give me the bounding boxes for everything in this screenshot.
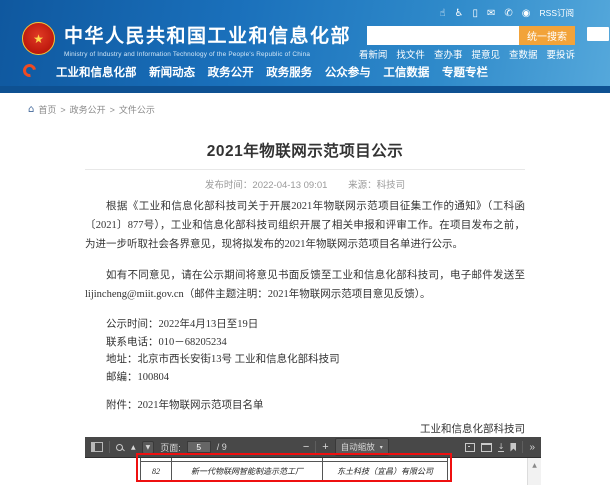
presentation-mode-icon[interactable]: [465, 443, 475, 452]
postal-code: 邮编：100804: [85, 369, 525, 387]
site-title: 中华人民共和国工业和信息化部: [64, 21, 351, 48]
article-meta: 发布时间：2022-04-13 09:01 来源：科技司: [0, 177, 610, 191]
site-banner: ★ 中华人民共和国工业和信息化部 Ministry of Industry an…: [0, 0, 610, 58]
signer: 工业和信息化部科技司: [85, 421, 525, 438]
weibo-icon[interactable]: ◉: [522, 8, 531, 19]
download-icon[interactable]: ↓: [498, 443, 505, 452]
sidebar-toggle-icon[interactable]: [91, 442, 103, 452]
breadcrumb-sep: >: [110, 105, 115, 115]
rss-link[interactable]: RSS订阅: [540, 7, 574, 19]
print-icon[interactable]: [481, 443, 492, 452]
contact-block: 公示时间：2022年4月13日至19日 联系电话：010－68205234 地址…: [85, 316, 525, 386]
search-icon[interactable]: [116, 444, 123, 451]
utility-icon-row: ☝ ♿ ▯ ✉ ✆ ◉ RSS订阅: [439, 7, 574, 19]
wheelchair-icon[interactable]: ♿: [455, 8, 464, 19]
page: ★ 中华人民共和国工业和信息化部 Ministry of Industry an…: [0, 0, 610, 485]
nav-item-special[interactable]: 专题专栏: [442, 64, 488, 80]
breadcrumb: ⌂ 首页 > 政务公开 > 文件公示: [28, 103, 155, 116]
article-body: 根据《工业和信息化部科技司关于开展2021年物联网示范项目征集工作的通知》（工科…: [85, 197, 525, 455]
nav-item-disclosure[interactable]: 政务公开: [208, 64, 254, 80]
site-header: ★ 中华人民共和国工业和信息化部 Ministry of Industry an…: [0, 0, 610, 93]
site-subtitle: Ministry of Industry and Information Tec…: [64, 51, 351, 58]
title-divider: [85, 169, 525, 170]
home-icon: ⌂: [28, 104, 34, 115]
search-button[interactable]: 统一搜索: [519, 26, 575, 45]
chevron-down-icon: ▾: [380, 444, 383, 451]
pdf-viewer: ▲ ▼ 页面: / 9 − + 自动缩放 ▾ ↓ »: [85, 437, 541, 485]
bookmark-icon[interactable]: [510, 443, 516, 452]
paragraph-1: 根据《工业和信息化部科技司关于开展2021年物联网示范项目征集工作的通知》（工科…: [85, 197, 525, 254]
wechat-icon[interactable]: ✆: [504, 8, 512, 19]
page-label: 页面:: [160, 441, 181, 454]
paragraph-2: 如有不同意见，请在公示期间将意见书面反馈至工业和信息化部科技司，电子邮件发送至l…: [85, 266, 525, 304]
contact-address: 地址：北京市西长安街13号 工业和信息化部科技司: [85, 351, 525, 369]
mobile-icon[interactable]: ▯: [472, 8, 478, 19]
next-page-icon[interactable]: ▼: [142, 441, 155, 454]
national-emblem-icon: ★: [22, 22, 55, 55]
contact-phone: 联系电话：010－68205234: [85, 334, 525, 352]
search-bar: 统一搜索: [367, 26, 575, 45]
zoom-out-icon[interactable]: −: [303, 442, 309, 453]
mail-icon[interactable]: ✉: [487, 8, 495, 19]
page-title: 2021年物联网示范项目公示: [0, 139, 610, 161]
toolbar-divider: [522, 441, 523, 453]
red-highlight-annotation: [136, 453, 452, 482]
main-nav: 工业和信息化部 新闻动态 政务公开 政务服务 公众参与 工信数据 专题专栏: [0, 58, 610, 86]
nav-item-services[interactable]: 政务服务: [266, 64, 312, 80]
toolbar-divider: [109, 441, 110, 453]
nav-item-news[interactable]: 新闻动态: [149, 64, 195, 80]
accessibility-hand-icon[interactable]: ☝: [439, 8, 445, 19]
zoom-in-icon[interactable]: +: [322, 442, 328, 453]
page-total: / 9: [217, 442, 227, 452]
publish-time: 发布时间：2022-04-13 09:01: [205, 180, 328, 191]
breadcrumb-disclosure[interactable]: 政务公开: [70, 103, 106, 116]
article-source: 来源：科技司: [348, 180, 405, 191]
nav-item-miit[interactable]: 工业和信息化部: [56, 64, 137, 80]
more-tools-icon[interactable]: »: [529, 442, 535, 453]
site-titles: 中华人民共和国工业和信息化部 Ministry of Industry and …: [64, 21, 351, 58]
nav-item-data[interactable]: 工信数据: [383, 64, 429, 80]
toolbar-divider: [315, 441, 316, 453]
breadcrumb-sep: >: [60, 105, 65, 115]
publicity-period: 公示时间：2022年4月13日至19日: [85, 316, 525, 334]
nav-underline: [0, 86, 610, 93]
zoom-select-value: 自动缩放: [341, 441, 375, 453]
pdf-scrollbar[interactable]: ▲: [527, 458, 541, 485]
emblem-star-icon: ★: [33, 33, 44, 45]
scroll-up-icon[interactable]: ▲: [528, 462, 541, 469]
breadcrumb-current[interactable]: 文件公示: [119, 103, 155, 116]
miit-logo-icon: [20, 61, 38, 79]
top-right-widget[interactable]: [587, 27, 609, 41]
nav-item-participation[interactable]: 公众参与: [325, 64, 371, 80]
attachment-line: 附件：2021年物联网示范项目名单: [85, 396, 525, 415]
previous-page-icon[interactable]: ▲: [131, 444, 136, 451]
page-number-input[interactable]: [187, 441, 211, 453]
search-input[interactable]: [367, 26, 519, 45]
breadcrumb-home[interactable]: 首页: [38, 103, 56, 116]
